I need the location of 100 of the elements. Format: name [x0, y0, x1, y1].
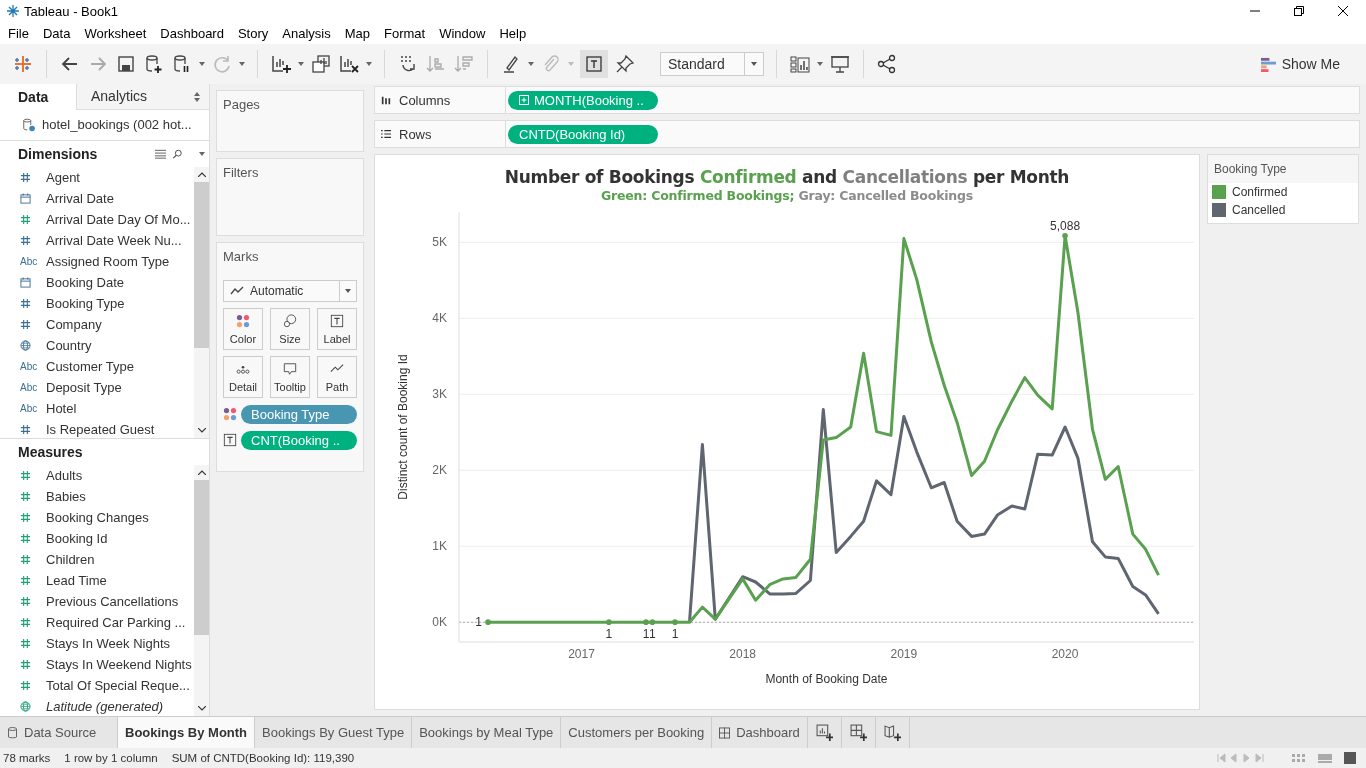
- menu-item[interactable]: Window: [439, 25, 486, 41]
- search-icon[interactable]: [172, 148, 183, 159]
- field-name[interactable]: Previous Cancellations: [46, 594, 179, 610]
- scroll-up-icon[interactable]: [197, 470, 206, 476]
- chart-clear-icon[interactable]: [338, 53, 360, 75]
- field-name[interactable]: Arrival Date Week Nu...: [46, 232, 182, 248]
- field-name[interactable]: Is Repeated Guest: [46, 421, 155, 437]
- caret-icon: [751, 62, 757, 66]
- field-name[interactable]: Deposit Type: [46, 379, 122, 395]
- text-box-icon: [330, 314, 344, 329]
- caret-icon[interactable]: [298, 62, 304, 66]
- scroll-down-icon[interactable]: [197, 428, 206, 434]
- section-title: Dimensions: [18, 145, 99, 162]
- mark-type-dropdown[interactable]: Automatic: [223, 280, 357, 302]
- caret-icon[interactable]: [817, 62, 823, 66]
- field-name[interactable]: Required Car Parking ...: [46, 615, 186, 631]
- database-plus-icon[interactable]: [143, 53, 165, 75]
- scroll-down-icon[interactable]: [197, 706, 206, 711]
- menu-item[interactable]: Help: [499, 25, 527, 41]
- caret-icon[interactable]: [528, 62, 534, 66]
- status-text: 78 marks: [3, 752, 51, 764]
- list-view-icon[interactable]: [155, 148, 166, 159]
- pane-tab[interactable]: Analytics: [76, 84, 209, 110]
- expand-plus-icon[interactable]: [519, 95, 529, 105]
- field-name[interactable]: Booking Changes: [46, 510, 149, 526]
- marks-card-button[interactable]: Detail: [223, 356, 263, 398]
- data-label: 1: [642, 627, 650, 642]
- text-box-icon: [223, 433, 237, 447]
- field-name[interactable]: Stays In Week Nights: [46, 636, 171, 652]
- chart-plus-icon[interactable]: [270, 53, 292, 75]
- menu-item[interactable]: Worksheet: [84, 25, 147, 41]
- field-name[interactable]: Agent: [46, 169, 80, 185]
- legend-label[interactable]: Cancelled: [1232, 203, 1286, 217]
- marks-card-button[interactable]: Color: [223, 308, 263, 350]
- field-name[interactable]: Arrival Date Day Of Mo...: [46, 211, 191, 227]
- bar-chart-icon: [1260, 56, 1276, 72]
- close-icon[interactable]: [1338, 6, 1348, 16]
- scrollbar[interactable]: [194, 465, 209, 716]
- sheet-tab[interactable]: Bookings By Month: [118, 717, 256, 748]
- presentation-icon[interactable]: [829, 53, 851, 75]
- show-me-button[interactable]: Show Me: [1256, 52, 1344, 76]
- cards-icon[interactable]: [789, 53, 811, 75]
- new-sheet-icon[interactable]: [815, 724, 833, 741]
- marks-card-button[interactable]: Tooltip: [270, 356, 310, 398]
- axis-tick-label: 5K: [432, 235, 447, 250]
- speech-bubble-icon: [283, 362, 297, 377]
- menu-item[interactable]: Map: [344, 25, 370, 41]
- field-name[interactable]: Company: [46, 316, 102, 332]
- shelf-label: Rows: [399, 126, 432, 142]
- caret-icon[interactable]: [239, 62, 245, 66]
- field-name[interactable]: Children: [46, 552, 95, 568]
- marks-card-button[interactable]: Label: [317, 308, 357, 350]
- caret-icon[interactable]: [199, 151, 205, 156]
- data-point: [1062, 232, 1068, 239]
- text-type-icon: Abc: [20, 360, 38, 372]
- new-dashboard-icon[interactable]: [849, 724, 867, 741]
- text-label-icon[interactable]: [583, 53, 605, 75]
- field-name[interactable]: Latitude (generated): [46, 699, 164, 715]
- caret-icon[interactable]: [366, 62, 372, 66]
- field-name[interactable]: Adults: [46, 468, 83, 484]
- caret-icon[interactable]: [199, 62, 205, 66]
- axis-tick-label: 1K: [432, 539, 447, 554]
- rows-icon: [381, 128, 391, 140]
- scroll-up-icon[interactable]: [197, 171, 206, 177]
- fit-dropdown[interactable]: Standard: [660, 52, 764, 76]
- pane-tab[interactable]: Data: [0, 84, 76, 110]
- menu-item[interactable]: File: [8, 25, 29, 41]
- axis-tick-label: 2017: [568, 647, 595, 661]
- tableau-logo-icon[interactable]: [12, 53, 34, 75]
- legend-title: Booking Type: [1208, 155, 1358, 183]
- data-label: 1: [671, 627, 679, 642]
- field-name[interactable]: Booking Date: [46, 274, 125, 290]
- marks-card-button[interactable]: Size: [270, 308, 310, 350]
- share-icon[interactable]: [876, 53, 898, 75]
- field-name[interactable]: Babies: [46, 489, 86, 505]
- menu-item[interactable]: Dashboard: [160, 25, 224, 41]
- sort-arrows-icon[interactable]: [194, 92, 200, 102]
- field-name[interactable]: Stays In Weekend Nights: [46, 657, 192, 673]
- pin-icon[interactable]: [614, 53, 636, 75]
- maximize-icon[interactable]: [1294, 6, 1304, 16]
- menu-item[interactable]: Format: [384, 25, 426, 41]
- field-name[interactable]: Hotel: [46, 400, 77, 416]
- field-name[interactable]: Country: [46, 337, 92, 353]
- field-name[interactable]: Assigned Room Type: [46, 253, 170, 269]
- menu-item[interactable]: Data: [42, 25, 71, 41]
- save-icon[interactable]: [115, 53, 137, 75]
- menu-item[interactable]: Story: [237, 25, 269, 41]
- field-name[interactable]: Booking Type: [46, 295, 125, 311]
- menu-item[interactable]: Analysis: [282, 25, 331, 41]
- legend-label[interactable]: Confirmed: [1232, 185, 1288, 199]
- marks-card-button[interactable]: Path: [317, 356, 357, 398]
- field-name[interactable]: Customer Type: [46, 358, 134, 374]
- field-name[interactable]: Booking Id: [46, 531, 108, 547]
- new-story-icon[interactable]: [883, 724, 901, 741]
- data-source-name[interactable]: hotel_bookings (002 hot...: [42, 117, 192, 133]
- duplicate-chart-icon[interactable]: [310, 53, 332, 75]
- field-name[interactable]: Arrival Date: [46, 190, 114, 206]
- scrollbar[interactable]: [194, 166, 209, 439]
- field-name[interactable]: Lead Time: [46, 573, 107, 589]
- field-name[interactable]: Total Of Special Reque...: [46, 678, 190, 694]
